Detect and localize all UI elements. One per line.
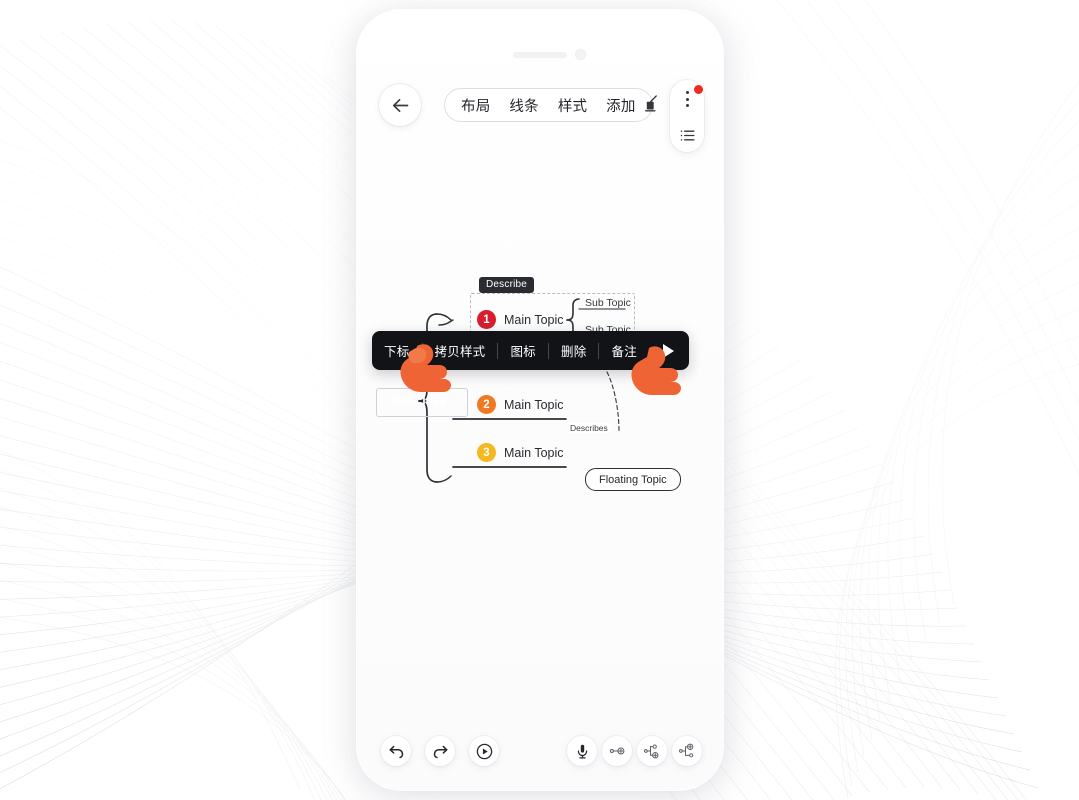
notification-badge [694, 85, 703, 94]
relation-label-describes: Describes [568, 423, 610, 433]
voice-input-button[interactable] [567, 736, 597, 766]
phone-screen: 布局 线条 样式 添加 Describe Main Idea 1 Main To… [357, 10, 723, 790]
ctx-item-icon[interactable]: 图标 [498, 341, 548, 360]
play-next-icon [663, 343, 675, 358]
back-button[interactable] [379, 84, 421, 126]
format-painter-button[interactable] [642, 93, 664, 115]
menu-item-add[interactable]: 添加 [606, 95, 635, 116]
play-button[interactable] [469, 736, 499, 766]
branch-badge-3: 3 [477, 443, 496, 462]
branch-node-2[interactable]: 2 Main Topic [477, 395, 564, 414]
more-vertical-icon [685, 90, 689, 109]
ctx-item-copy-style[interactable]: 拷贝样式 [423, 341, 498, 360]
screenshot-root: 布局 线条 样式 添加 Describe Main Idea 1 Main To… [0, 0, 1079, 800]
redo-icon [433, 745, 447, 758]
branch-label-3: Main Topic [504, 445, 564, 460]
branch-label-1: Main Topic [504, 312, 564, 327]
add-relation-icon [679, 743, 694, 758]
branch-label-2: Main Topic [504, 397, 564, 412]
subtopic-label-1-1[interactable]: Sub Topic [585, 297, 631, 309]
top-toolbar: 布局 线条 样式 添加 [357, 80, 723, 152]
ctx-item-note[interactable]: 备注 [599, 341, 649, 360]
phone-frame: 布局 线条 样式 添加 Describe Main Idea 1 Main To… [357, 10, 723, 790]
arrow-left-icon [392, 98, 408, 112]
add-sibling-icon [609, 747, 625, 755]
describe-badge: Describe [479, 277, 535, 293]
floating-topic-node[interactable]: Floating Topic [585, 468, 681, 491]
add-child-node-button[interactable] [637, 736, 667, 766]
speaker-slot-icon [513, 52, 567, 58]
ctx-item-subscript[interactable]: 下标 [372, 341, 422, 360]
add-relation-node-button[interactable] [672, 736, 702, 766]
menu-item-layout[interactable]: 布局 [461, 95, 490, 116]
format-menu-pill: 布局 线条 样式 添加 [444, 88, 653, 122]
mindmap-connectors [418, 298, 626, 483]
mindmap-canvas[interactable]: Describe Main Idea 1 Main Topic Sub Topi… [357, 140, 723, 700]
ctx-item-delete[interactable]: 删除 [549, 341, 599, 360]
node-context-menu: 下标 拷贝样式 图标 删除 备注 [372, 331, 689, 370]
undo-icon [389, 745, 403, 758]
root-node-main-idea[interactable]: Main Idea [378, 390, 460, 413]
branch-badge-1: 1 [477, 310, 496, 329]
format-painter-icon [644, 95, 657, 112]
bottom-toolbar [357, 722, 723, 780]
add-sibling-node-button[interactable] [602, 736, 632, 766]
microphone-icon [577, 744, 587, 758]
front-camera-icon [575, 49, 586, 60]
branch-node-3[interactable]: 3 Main Topic [477, 443, 564, 462]
add-child-icon [644, 744, 659, 759]
redo-button[interactable] [425, 736, 455, 766]
branch-badge-2: 2 [477, 395, 496, 414]
branch-node-1[interactable]: 1 Main Topic [477, 310, 564, 329]
play-circle-icon [476, 743, 492, 759]
undo-button[interactable] [381, 736, 411, 766]
menu-item-style[interactable]: 样式 [558, 95, 587, 116]
menu-item-line[interactable]: 线条 [509, 95, 538, 116]
context-menu-next-button[interactable] [649, 343, 689, 358]
